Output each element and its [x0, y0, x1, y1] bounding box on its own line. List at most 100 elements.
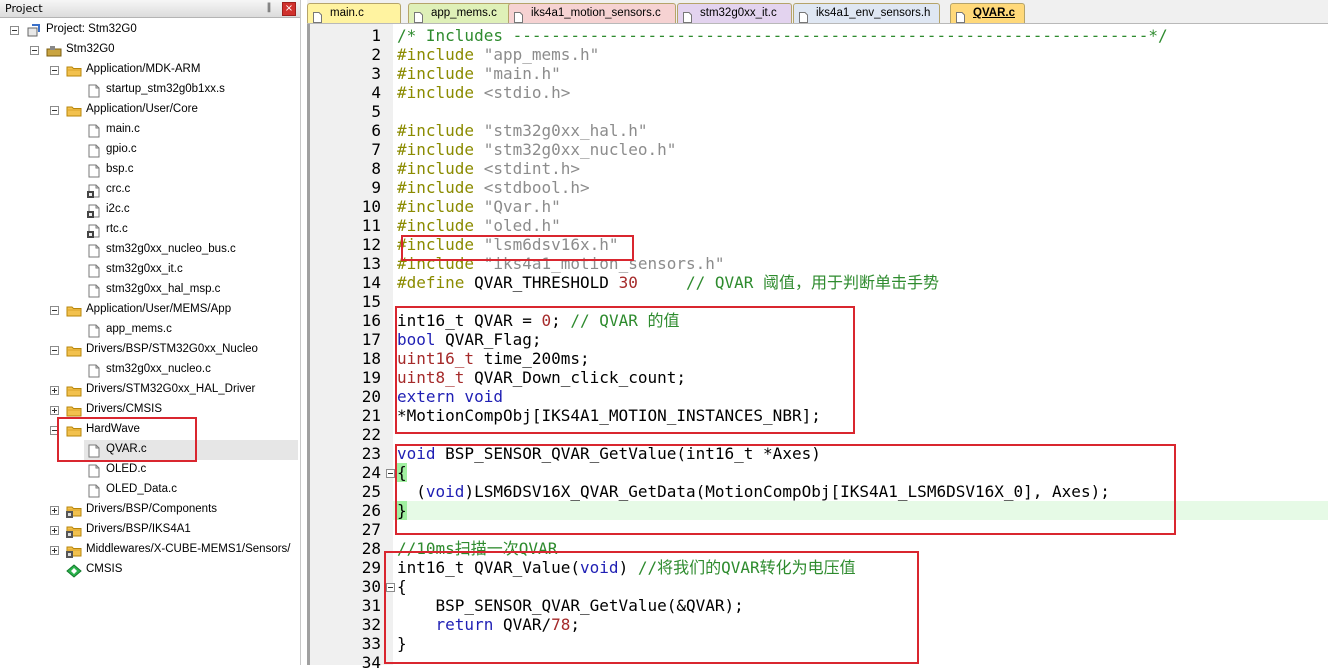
tree-item[interactable]: stm32g0xx_nucleo.c — [0, 360, 298, 380]
tree-item[interactable]: Drivers/BSP/Components — [0, 500, 298, 520]
code-line[interactable]: return QVAR/78; — [397, 615, 581, 634]
code-line[interactable]: #include "Qvar.h" — [397, 197, 561, 216]
code-token: /* Includes ----------------------------… — [397, 26, 1168, 45]
tree-item[interactable]: QVAR.c — [84, 440, 298, 460]
code-line[interactable]: #include "lsm6dsv16x.h" — [397, 235, 619, 254]
code-line[interactable]: #include "main.h" — [397, 64, 561, 83]
line-number: 14 — [361, 273, 381, 292]
tab-file[interactable]: iks4a1_motion_sensors.c — [508, 3, 676, 23]
tree-item[interactable]: Application/MDK-ARM — [0, 60, 298, 80]
line-number: 33 — [361, 634, 381, 653]
collapse-icon[interactable] — [50, 306, 59, 315]
code-token: 30 — [618, 273, 638, 292]
tree-item-label: rtc.c — [106, 223, 128, 235]
tree-item[interactable]: main.c — [0, 120, 298, 140]
pin-icon[interactable]: ‖ — [263, 2, 275, 14]
line-number: 10 — [361, 197, 381, 216]
code-token: { — [397, 577, 407, 596]
expand-icon[interactable] — [50, 526, 59, 535]
tab-file[interactable]: app_mems.c — [408, 3, 515, 23]
code-line[interactable]: #include "iks4a1_motion_sensors.h" — [397, 254, 725, 273]
tab-file[interactable]: QVAR.c — [950, 3, 1025, 23]
tree-item[interactable]: OLED.c — [0, 460, 298, 480]
tree-item[interactable]: Drivers/BSP/IKS4A1 — [0, 520, 298, 540]
code-token: } — [397, 634, 407, 653]
tree-item[interactable]: HardWave — [0, 420, 298, 440]
collapse-icon[interactable] — [10, 26, 19, 35]
close-panel-button[interactable]: × — [282, 2, 296, 16]
code-line[interactable]: //10ms扫描一次QVAR — [397, 539, 557, 558]
code-token: //将我们的QVAR转化为电压值 — [637, 558, 856, 577]
code-line[interactable]: #define QVAR_THRESHOLD 30 // QVAR 阈值，用于判… — [397, 273, 939, 292]
tree-item[interactable]: Drivers/CMSIS — [0, 400, 298, 420]
tree-item[interactable]: app_mems.c — [0, 320, 298, 340]
collapse-icon[interactable] — [50, 106, 59, 115]
tree-item[interactable]: gpio.c — [0, 140, 298, 160]
tree-item[interactable]: bsp.c — [0, 160, 298, 180]
code-line[interactable]: int16_t QVAR_Value(void) //将我们的QVAR转化为电压… — [397, 558, 856, 577]
code-line[interactable]: #include "oled.h" — [397, 216, 561, 235]
code-line[interactable]: (void)LSM6DSV16X_QVAR_GetData(MotionComp… — [397, 482, 1110, 501]
tree-item[interactable]: rtc.c — [0, 220, 298, 240]
tab-file[interactable]: iks4a1_env_sensors.h — [793, 3, 940, 23]
code-line[interactable]: #include "app_mems.h" — [397, 45, 599, 64]
expand-icon[interactable] — [50, 546, 59, 555]
tree-item[interactable]: Drivers/STM32G0xx_HAL_Driver — [0, 380, 298, 400]
expand-icon[interactable] — [50, 406, 59, 415]
tree-item[interactable]: stm32g0xx_it.c — [0, 260, 298, 280]
code-line[interactable]: } — [397, 501, 407, 520]
expand-icon[interactable] — [50, 506, 59, 515]
fold-collapse-icon[interactable] — [386, 583, 395, 592]
code-line[interactable]: } — [397, 634, 407, 653]
tree-item[interactable]: Application/User/MEMS/App — [0, 300, 298, 320]
code-line[interactable]: uint16_t time_200ms; — [397, 349, 590, 368]
code-token: )LSM6DSV16X_QVAR_GetData(MotionCompObj[I… — [464, 482, 1110, 501]
tree-item[interactable]: Middlewares/X-CUBE-MEMS1/Sensors/ — [0, 540, 298, 560]
tree-item[interactable]: Application/User/Core — [0, 100, 298, 120]
code-line[interactable]: BSP_SENSOR_QVAR_GetValue(&QVAR); — [397, 596, 744, 615]
line-number: 34 — [361, 653, 381, 672]
collapse-icon[interactable] — [50, 66, 59, 75]
code-line[interactable]: #include <stdbool.h> — [397, 178, 590, 197]
tree-item[interactable]: i2c.c — [0, 200, 298, 220]
code-line[interactable]: #include "stm32g0xx_nucleo.h" — [397, 140, 676, 159]
fold-collapse-icon[interactable] — [386, 469, 395, 478]
code-line[interactable]: #include <stdint.h> — [397, 159, 580, 178]
tree-item[interactable]: Project: Stm32G0 — [0, 20, 298, 40]
tab-file[interactable]: main.c — [307, 3, 401, 23]
code-line[interactable]: uint8_t QVAR_Down_click_count; — [397, 368, 686, 387]
code-line[interactable]: bool QVAR_Flag; — [397, 330, 542, 349]
tree-item[interactable]: OLED_Data.c — [0, 480, 298, 500]
project-panel: Project ‖ × Project: Stm32G0 Stm32G0 Appli… — [0, 0, 301, 665]
code-line[interactable]: int16_t QVAR = 0; // QVAR 的值 — [397, 311, 679, 330]
code-line[interactable]: /* Includes ----------------------------… — [397, 26, 1168, 45]
tree-item-label: Project: Stm32G0 — [46, 23, 137, 35]
tree-item[interactable]: stm32g0xx_nucleo_bus.c — [0, 240, 298, 260]
expand-icon[interactable] — [50, 386, 59, 395]
code-line[interactable]: *MotionCompObj[IKS4A1_MOTION_INSTANCES_N… — [397, 406, 821, 425]
code-line[interactable]: { — [397, 463, 407, 482]
tree-item[interactable]: crc.c — [0, 180, 298, 200]
tree-item[interactable]: stm32g0xx_hal_msp.c — [0, 280, 298, 300]
collapse-icon[interactable] — [50, 346, 59, 355]
code-line[interactable]: #include <stdio.h> — [397, 83, 570, 102]
tab-label: stm32g0xx_it.c — [700, 7, 777, 19]
code-line[interactable]: void BSP_SENSOR_QVAR_GetValue(int16_t *A… — [397, 444, 821, 463]
tree-item[interactable]: Stm32G0 — [0, 40, 298, 60]
code-line[interactable]: #include "stm32g0xx_hal.h" — [397, 121, 647, 140]
tab-file[interactable]: stm32g0xx_it.c — [677, 3, 792, 23]
tree-item[interactable]: startup_stm32g0b1xx.s — [0, 80, 298, 100]
code-token: #include — [397, 121, 484, 140]
tree-item[interactable]: CMSIS — [0, 560, 298, 580]
tree-item-label: Application/User/Core — [86, 103, 198, 115]
tab-label: QVAR.c — [973, 7, 1015, 19]
collapse-icon[interactable] — [30, 46, 39, 55]
tree-item[interactable]: Drivers/BSP/STM32G0xx_Nucleo — [0, 340, 298, 360]
project-panel-title: Project — [5, 2, 43, 15]
line-number: 30 — [361, 577, 381, 596]
code-line[interactable]: extern void — [397, 387, 503, 406]
code-editor: main.c app_mems.c iks4a1_motion_sensors.c s… — [307, 0, 1328, 672]
tree-item-label: Middlewares/X-CUBE-MEMS1/Sensors/ — [86, 543, 291, 555]
code-line[interactable]: { — [397, 577, 407, 596]
collapse-icon[interactable] — [50, 426, 59, 435]
